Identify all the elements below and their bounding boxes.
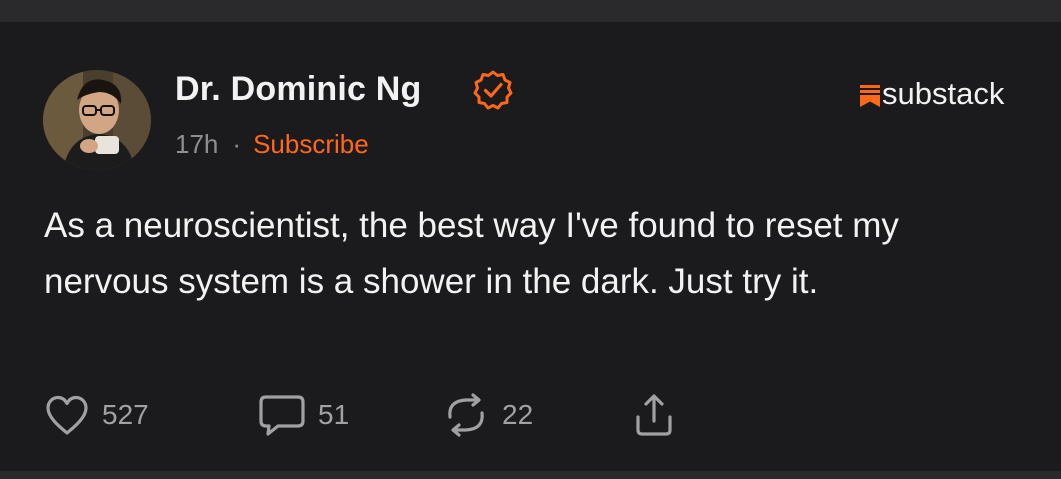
- comment-button[interactable]: 51: [258, 392, 349, 438]
- restack-icon: [448, 393, 484, 437]
- substack-brand[interactable]: substack: [860, 74, 1004, 114]
- brand-name: substack: [882, 76, 1005, 111]
- post-timestamp: 17h: [175, 129, 219, 159]
- meta-separator: ·: [232, 129, 242, 159]
- top-divider: [0, 0, 1061, 22]
- post-meta: 17h · Subscribe: [175, 129, 369, 160]
- restack-count: 22: [502, 399, 534, 430]
- like-count: 527: [102, 399, 149, 430]
- substack-logo-icon: [860, 85, 880, 107]
- avatar[interactable]: [43, 70, 151, 170]
- share-icon: [636, 394, 672, 436]
- comment-icon: [259, 395, 305, 436]
- subscribe-link[interactable]: Subscribe: [253, 129, 369, 159]
- restack-button[interactable]: 22: [442, 392, 533, 438]
- verified-check-icon: [473, 70, 513, 110]
- comment-count: 51: [318, 399, 350, 430]
- bottom-divider: [0, 471, 1061, 479]
- heart-icon: [46, 395, 88, 435]
- note-card[interactable]: Dr. Dominic Ng 17h · Subscribe substack As…: [0, 22, 1061, 471]
- share-button[interactable]: [632, 392, 688, 438]
- like-button[interactable]: 527: [44, 392, 149, 438]
- author-name[interactable]: Dr. Dominic Ng: [175, 70, 422, 109]
- post-text: As a neuroscientist, the best way I've f…: [44, 206, 899, 301]
